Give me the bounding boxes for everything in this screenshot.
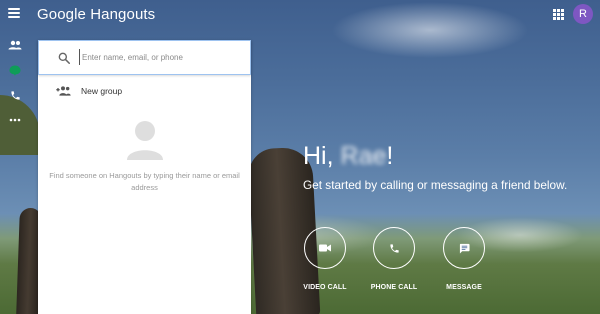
phone-icon[interactable] xyxy=(6,86,24,104)
phone-call-label: PHONE CALL xyxy=(370,284,418,291)
apps-grid-icon[interactable] xyxy=(553,9,564,20)
phone-call-button[interactable] xyxy=(373,227,415,269)
message-action: MESSAGE xyxy=(424,227,504,297)
add-group-icon xyxy=(56,86,71,96)
message-label: MESSAGE xyxy=(446,284,482,291)
app-title: Google Hangouts xyxy=(37,6,156,23)
hamburger-menu-icon[interactable] xyxy=(8,8,20,18)
greeting: Hi, Rae! xyxy=(303,142,393,171)
search-icon xyxy=(58,52,71,65)
top-bar: Google Hangouts R xyxy=(0,0,600,30)
avatar[interactable]: R xyxy=(573,4,593,24)
contacts-icon[interactable] xyxy=(6,36,24,54)
more-icon[interactable] xyxy=(6,111,24,129)
search-box xyxy=(38,40,251,75)
video-camera-icon xyxy=(319,244,331,252)
video-call-action: VIDEO CALL xyxy=(285,227,365,297)
hangouts-page: Google Hangouts R Enter name, email, or … xyxy=(0,0,600,314)
search-input[interactable] xyxy=(79,49,242,65)
message-icon xyxy=(459,243,470,254)
person-placeholder-icon xyxy=(127,121,163,160)
new-group-label: New group xyxy=(81,86,123,96)
message-button[interactable] xyxy=(443,227,485,269)
video-call-button[interactable] xyxy=(304,227,346,269)
phone-call-action: PHONE CALL xyxy=(354,227,434,297)
conversations-icon[interactable] xyxy=(6,61,24,79)
greeting-subtitle: Get started by calling or messaging a fr… xyxy=(303,178,568,192)
new-group-button[interactable]: New group xyxy=(38,80,251,104)
phone-icon xyxy=(389,243,399,253)
contacts-panel: New group Find someone on Hangouts by ty… xyxy=(38,40,251,314)
greeting-suffix: ! xyxy=(386,142,394,170)
video-call-label: VIDEO CALL xyxy=(303,284,347,291)
greeting-prefix: Hi, xyxy=(303,142,334,170)
greeting-name: Rae xyxy=(340,142,387,170)
empty-state-message: Find someone on Hangouts by typing their… xyxy=(49,171,240,192)
